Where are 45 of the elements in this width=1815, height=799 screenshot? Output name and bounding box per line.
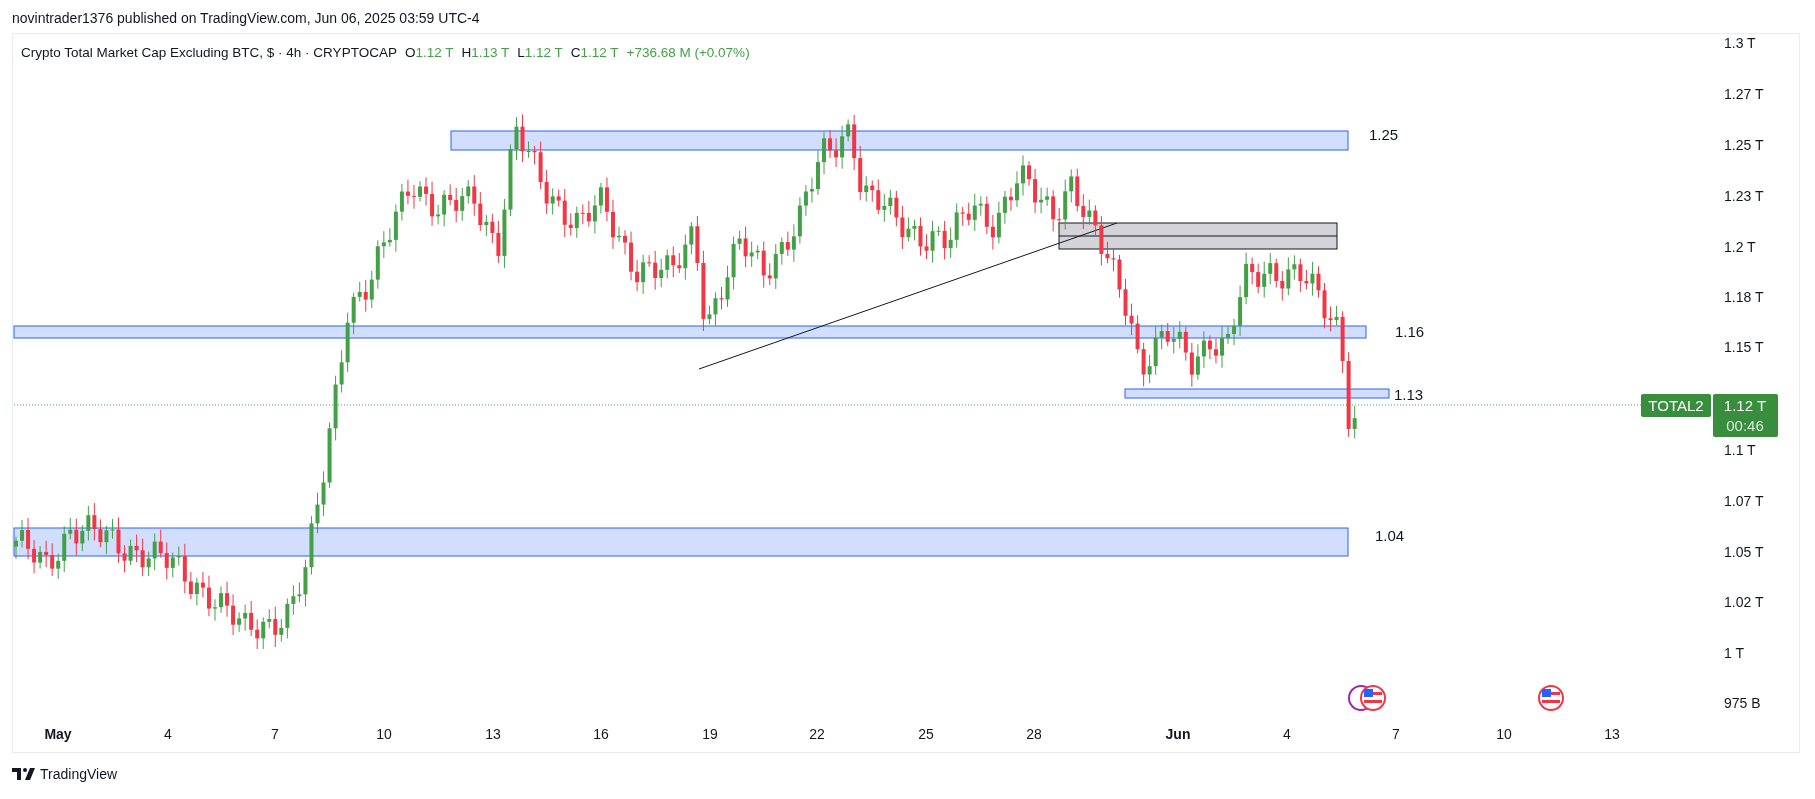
zone-label: 1.25 — [1369, 126, 1399, 143]
ohlc-value: C1.12 T — [570, 45, 619, 60]
ohlc-value: H1.13 T — [461, 45, 510, 60]
price-axis-label: 1.02 T — [1724, 594, 1764, 610]
zone-label: 1.04 — [1375, 527, 1405, 544]
price-change: +736.68 M (+0.07%) — [626, 45, 750, 60]
time-axis-label: Jun — [1165, 726, 1191, 742]
price-axis-label: 1.05 T — [1724, 544, 1764, 560]
price-axis-label: 975 B — [1724, 695, 1761, 711]
logo-icon — [12, 768, 36, 780]
time-axis-label: 13 — [1604, 726, 1620, 742]
time-axis-label: 13 — [485, 726, 501, 742]
price-axis-label: 1.3 T — [1724, 35, 1756, 51]
time-axis-label: 25 — [918, 726, 934, 742]
price-axis-label: 1.18 T — [1724, 289, 1764, 305]
time-axis-label: 10 — [1496, 726, 1512, 742]
time-axis-label: 28 — [1026, 726, 1042, 742]
time-axis-label: 4 — [1283, 726, 1291, 742]
time-axis-label: May — [44, 726, 72, 742]
time-axis-label: 4 — [164, 726, 172, 742]
price-axis-label: 1.23 T — [1724, 188, 1764, 204]
price-axis-label: 1.1 T — [1724, 442, 1756, 458]
price-tag: 1.12 T 00:46 — [1713, 394, 1778, 437]
time-axis-label: 10 — [376, 726, 392, 742]
time-axis-label: 22 — [809, 726, 825, 742]
price-axis-label: 1.07 T — [1724, 493, 1764, 509]
price-axis-label: 1.27 T — [1724, 86, 1764, 102]
event-icons-drawing[interactable] — [1348, 685, 1386, 711]
time-axis-label: 7 — [1392, 726, 1400, 742]
time-axis-label: 16 — [593, 726, 609, 742]
zone-label: 1.16 — [1395, 323, 1425, 340]
symbol-tag: TOTAL2 — [1641, 394, 1711, 417]
flag-icon[interactable] — [1538, 685, 1564, 711]
time-axis-label: 7 — [271, 726, 279, 742]
publish-byline: novintrader1376 published on TradingView.com, Jun 06, 2025 03:59 UTC-4 — [12, 10, 480, 28]
time-axis-label: 19 — [702, 726, 718, 742]
ohlc-value: L1.12 T — [517, 45, 563, 60]
price-axis-label: 1 T — [1724, 645, 1744, 661]
price-axis-label: 1.2 T — [1724, 239, 1756, 255]
price-axis-label: 1.15 T — [1724, 339, 1764, 355]
symbol-title: Crypto Total Market Cap Excluding BTC, $ · 4h · CRYPTOCAP — [21, 45, 397, 60]
zone-label: 1.13 — [1394, 386, 1424, 403]
brand-name: TradingView — [40, 766, 118, 782]
ohlc-value: O1.12 T — [404, 45, 454, 60]
price-axis-label: 1.25 T — [1724, 137, 1764, 153]
